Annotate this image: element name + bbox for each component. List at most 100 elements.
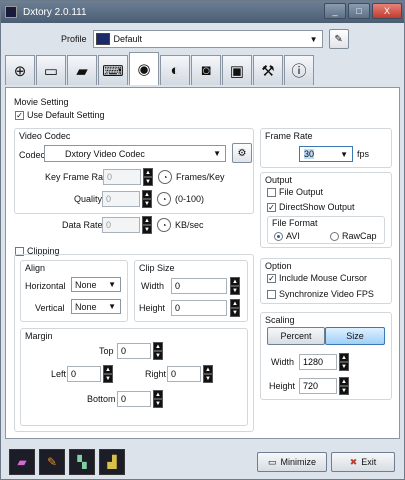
profile-select[interactable]: Default ▼ — [92, 30, 323, 48]
margin-bottom-input[interactable] — [117, 391, 151, 407]
keyboard-icon: ⌨ — [102, 62, 124, 80]
clip-height-stepper[interactable]: ▲ ▼ — [230, 299, 240, 317]
size-button[interactable]: Size — [325, 327, 385, 345]
scaling-width-input[interactable] — [299, 354, 337, 370]
window-icon[interactable]: ▚ — [69, 449, 95, 475]
scaling-width-stepper[interactable]: ▲ ▼ — [339, 353, 349, 371]
tab-folder[interactable]: ▰ — [67, 55, 97, 85]
frame-rate-select[interactable]: 30 ▼ — [299, 146, 353, 162]
tab-speaker[interactable]: ◐ — [160, 55, 190, 85]
frame-rate-group: Frame Rate 30 ▼ fps — [260, 128, 392, 168]
profile-edit-button[interactable]: ✎ — [328, 29, 349, 49]
codec-config-button[interactable]: ⚙ — [232, 143, 252, 163]
scaling-height-label: Height — [269, 381, 296, 391]
include-cursor-checkbox[interactable]: ✓ Include Mouse Cursor — [267, 273, 367, 284]
quality-dial-icon[interactable]: ◔ — [157, 192, 171, 206]
checkbox-checked-icon: ✓ — [15, 111, 24, 121]
directshow-output-label: DirectShow Output — [279, 202, 355, 212]
checkbox-checked-icon: ✓ — [267, 203, 276, 213]
tab-info[interactable]: ⓘ — [284, 55, 314, 85]
chevron-down-icon: ▼ — [309, 34, 318, 44]
datarate-dial-icon[interactable]: ◔ — [157, 218, 171, 232]
keyframe-input[interactable] — [103, 169, 141, 185]
horizontal-label: Horizontal — [25, 281, 66, 291]
app-icon — [5, 6, 17, 18]
tab-camera[interactable]: ◙ — [191, 55, 221, 85]
percent-button[interactable]: Percent — [267, 327, 325, 345]
profile-icon — [95, 33, 110, 45]
quality-stepper[interactable]: ▲ ▼ — [142, 190, 152, 208]
margin-top-stepper[interactable]: ▲ ▼ — [153, 342, 163, 360]
clip-size-title: Clip Size — [139, 263, 175, 273]
avi-radio[interactable]: AVI — [274, 231, 300, 242]
minimize-window-button[interactable]: _ — [324, 3, 346, 19]
vertical-value: None — [75, 301, 97, 312]
frame-rate-unit: fps — [357, 149, 370, 159]
datarate-input[interactable] — [102, 217, 140, 233]
scaling-height-input[interactable] — [299, 378, 337, 394]
datarate-stepper[interactable]: ▲ ▼ — [142, 216, 152, 234]
video-codec-title: Video Codec — [19, 131, 71, 141]
tab-monitor[interactable]: ▭ — [36, 55, 66, 85]
radio-unselected-icon — [330, 232, 339, 242]
margin-left-input[interactable] — [67, 366, 101, 382]
tab-camcorder[interactable]: ◉ — [129, 52, 159, 85]
tab-bar: ⊕ ▭ ▰ ⌨ ◉ ◐ ◙ ▣ ⚒ ⓘ — [5, 52, 315, 85]
option-title: Option — [265, 261, 292, 271]
rawcap-radio[interactable]: RawCap — [330, 231, 377, 242]
margin-right-input[interactable] — [167, 366, 201, 382]
keyframe-stepper[interactable]: ▲ ▼ — [143, 168, 153, 186]
monitor-icon: ▭ — [43, 62, 59, 80]
quality-label: Quality — [74, 194, 103, 204]
tab-crosshair[interactable]: ⊕ — [5, 55, 35, 85]
app-window: Dxtory 2.0.111 _ □ X Profile Default ▼ ✎… — [0, 0, 405, 480]
folder-icon: ▰ — [76, 62, 88, 80]
quality-input[interactable] — [102, 191, 140, 207]
margin-right-stepper[interactable]: ▲ ▼ — [203, 365, 213, 383]
sync-fps-checkbox[interactable]: Synchronize Video FPS — [267, 289, 374, 300]
file-output-label: File Output — [279, 187, 324, 197]
scaling-group: Scaling Percent Size Width ▲▼ Height ▲▼ — [260, 312, 392, 400]
margin-bottom-stepper[interactable]: ▲ ▼ — [153, 390, 163, 408]
wrench-icon[interactable]: ✎ — [39, 449, 65, 475]
tab-keyboard[interactable]: ⌨ — [98, 55, 128, 85]
clip-width-stepper[interactable]: ▲ ▼ — [230, 277, 240, 295]
vertical-label: Vertical — [35, 303, 65, 313]
maximize-window-button[interactable]: □ — [348, 3, 370, 19]
use-default-checkbox[interactable]: ✓ Use Default Setting — [15, 110, 105, 121]
horizontal-select[interactable]: None ▼ — [71, 277, 121, 292]
recording-icon[interactable]: ▰ — [9, 449, 35, 475]
tools-icon: ⚒ — [261, 62, 275, 80]
chevron-down-icon: ▼ — [340, 149, 348, 159]
exit-label: Exit — [361, 457, 377, 467]
chevron-down-icon: ▼ — [213, 149, 221, 158]
scaling-height-stepper[interactable]: ▲ ▼ — [339, 377, 349, 395]
datarate-unit: KB/sec — [175, 220, 204, 230]
checkbox-checked-icon: ✓ — [267, 274, 276, 284]
file-output-checkbox[interactable]: File Output — [267, 187, 324, 198]
tab-tools[interactable]: ⚒ — [253, 55, 283, 85]
clip-height-label: Height — [139, 303, 166, 313]
vertical-select[interactable]: None ▼ — [71, 299, 121, 314]
checkbox-unchecked-icon — [267, 188, 276, 198]
margin-top-input[interactable] — [117, 343, 151, 359]
folder-open-icon[interactable]: ▟ — [99, 449, 125, 475]
exit-button[interactable]: ✖ Exit — [331, 452, 395, 472]
clip-height-input[interactable] — [171, 300, 227, 316]
datarate-label: Data Rate — [62, 220, 103, 230]
output-title: Output — [265, 175, 293, 185]
close-window-button[interactable]: X — [372, 3, 402, 19]
clip-width-input[interactable] — [171, 278, 227, 294]
file-format-group: File Format AVI RawCap — [267, 216, 385, 244]
chip-icon: ▣ — [229, 62, 245, 80]
chevron-down-icon: ▼ — [108, 302, 116, 311]
window-title: Dxtory 2.0.111 — [23, 6, 87, 18]
minimize-button[interactable]: ▭ Minimize — [257, 452, 327, 472]
directshow-output-checkbox[interactable]: ✓ DirectShow Output — [267, 202, 355, 213]
profile-label: Profile — [61, 34, 87, 44]
codec-select[interactable]: Dxtory Video Codec ▼ — [44, 145, 226, 162]
keyframe-dial-icon[interactable]: ◔ — [158, 170, 172, 184]
tab-chip[interactable]: ▣ — [222, 55, 252, 85]
margin-left-stepper[interactable]: ▲ ▼ — [103, 365, 113, 383]
exit-icon: ✖ — [349, 456, 358, 467]
